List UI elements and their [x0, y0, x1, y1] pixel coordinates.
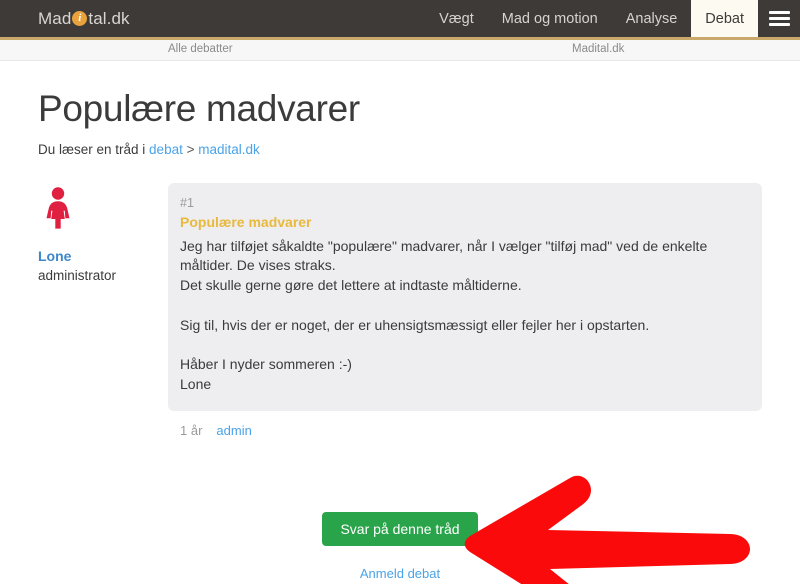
hamburger-line	[768, 11, 790, 14]
main-nav-links: Vægt Mad og motion Analyse Debat	[425, 0, 800, 37]
post-column: #1 Populære madvarer Jeg har tilføjet så…	[168, 182, 762, 438]
nav-item-debat[interactable]: Debat	[691, 0, 758, 37]
hamburger-line	[768, 17, 790, 20]
post-author-column: Lone administrator	[38, 183, 168, 438]
breadcrumb-separator: >	[182, 141, 199, 157]
logo-text-suffix: tal.dk	[88, 8, 130, 28]
subnav-all-debates-link[interactable]: Alle debatter	[168, 43, 233, 55]
logo-text-prefix: Mad	[38, 8, 72, 28]
post-meta: 1 år admin	[180, 423, 762, 438]
post-age: 1 år	[180, 422, 203, 438]
site-logo[interactable]: Mad i tal.dk	[0, 0, 130, 37]
subnav-site-link[interactable]: Madital.dk	[572, 43, 624, 55]
nav-item-analyse[interactable]: Analyse	[612, 0, 692, 37]
breadcrumb-link-madital[interactable]: madital.dk	[198, 142, 260, 157]
post-text: Jeg har tilføjet såkaldte "populære" mad…	[180, 237, 708, 392]
hamburger-menu-icon[interactable]	[758, 0, 800, 37]
breadcrumb-link-debat[interactable]: debat	[149, 142, 183, 157]
post-author-name[interactable]: Lone	[38, 248, 168, 264]
post-body-box: #1 Populære madvarer Jeg har tilføjet så…	[168, 182, 762, 411]
post-author-link[interactable]: admin	[216, 423, 251, 438]
breadcrumb: Du læser en tråd i debat > madital.dk	[38, 142, 762, 157]
page-title: Populære madvarer	[38, 88, 360, 129]
thread-actions: Svar på denne tråd Anmeld debat	[38, 511, 762, 581]
nav-item-vaegt[interactable]: Vægt	[425, 0, 488, 37]
hamburger-line	[768, 23, 790, 26]
post-title: Populære madvarer	[180, 213, 312, 230]
post-author-role: administrator	[38, 267, 117, 283]
post-number: #1	[180, 195, 194, 210]
thread-container: Lone administrator #1 Populære madvarer …	[38, 182, 762, 438]
reply-to-thread-button[interactable]: Svar på denne tråd	[322, 511, 478, 546]
female-user-icon	[46, 186, 70, 229]
nav-item-mad-og-motion[interactable]: Mad og motion	[488, 0, 612, 37]
report-debate-link[interactable]: Anmeld debat	[38, 566, 762, 581]
top-navigation-bar: Mad i tal.dk Vægt Mad og motion Analyse De…	[0, 0, 800, 40]
breadcrumb-prefix: Du læser en tråd i	[38, 141, 150, 157]
page-content: Populære madvarer Du læser en tråd i deb…	[0, 61, 800, 581]
secondary-navigation-bar: Alle debatter Madital.dk	[0, 40, 800, 61]
info-circle-icon: i	[72, 11, 88, 26]
